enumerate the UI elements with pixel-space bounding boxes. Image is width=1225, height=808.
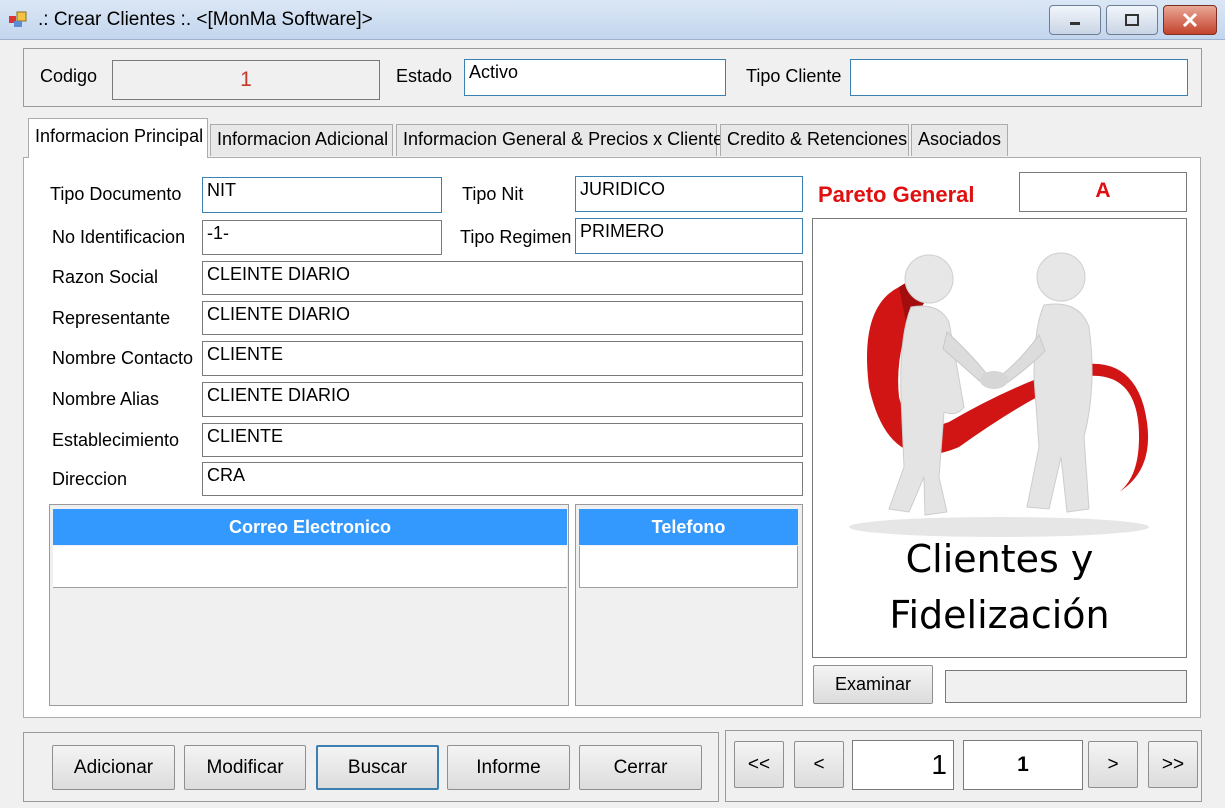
tipo-documento-field[interactable]: NIT [202, 177, 442, 213]
correo-row-new[interactable] [53, 546, 567, 588]
tab-informacion-general[interactable]: Informacion General & Precios x Cliente [396, 124, 723, 156]
close-button[interactable] [1163, 5, 1217, 35]
tab-asociados[interactable]: Asociados [911, 124, 1008, 156]
last-record-button[interactable]: >> [1148, 741, 1198, 788]
minimize-icon [1070, 22, 1080, 25]
estado-label: Estado [396, 66, 453, 86]
codigo-field[interactable]: 1 [112, 60, 380, 100]
pareto-label: Pareto General [818, 182, 975, 207]
client-image-box[interactable]: Clientes y Fidelización [812, 218, 1187, 658]
title-bar[interactable]: .: Crear Clientes :. <[MonMa Software]> [0, 0, 1225, 40]
correo-column-header[interactable]: Correo Electronico [53, 509, 567, 545]
maximize-icon [1125, 14, 1139, 26]
tipo-nit-field[interactable]: JURIDICO [575, 176, 803, 212]
window-title: .: Crear Clientes :. <[MonMa Software]> [38, 9, 373, 30]
establecimiento-field[interactable]: CLIENTE [202, 423, 803, 457]
examinar-button[interactable]: Examinar [813, 665, 933, 704]
telefono-row-new[interactable] [579, 546, 798, 588]
total-records-field[interactable]: 1 [963, 740, 1083, 790]
informe-button[interactable]: Informe [447, 745, 570, 790]
tipo-cliente-label: Tipo Cliente [746, 66, 842, 86]
image-caption-line2: Fidelización [889, 593, 1110, 637]
estado-field[interactable]: Activo [464, 59, 726, 96]
image-caption: Clientes y Fidelización [813, 531, 1186, 643]
handshake-illustration [849, 252, 1149, 537]
minimize-button[interactable] [1049, 5, 1101, 35]
modificar-button[interactable]: Modificar [184, 745, 306, 790]
previous-record-button[interactable]: < [794, 741, 844, 788]
telefono-column-header[interactable]: Telefono [579, 509, 798, 545]
no-identificacion-field[interactable]: -1- [202, 220, 442, 255]
nombre-contacto-label: Nombre Contacto [52, 348, 194, 368]
image-caption-line1: Clientes y [905, 537, 1094, 581]
next-record-button[interactable]: > [1088, 741, 1138, 788]
cerrar-button[interactable]: Cerrar [579, 745, 702, 790]
razon-social-label: Razon Social [52, 267, 159, 287]
current-record-field[interactable]: 1 [852, 740, 954, 790]
codigo-label: Codigo [40, 66, 98, 86]
adicionar-button[interactable]: Adicionar [52, 745, 175, 790]
tipo-cliente-field[interactable] [850, 59, 1188, 96]
image-path-field[interactable] [945, 670, 1187, 703]
tab-informacion-principal[interactable]: Informacion Principal [28, 118, 208, 158]
representante-field[interactable]: CLIENTE DIARIO [202, 301, 803, 335]
first-record-button[interactable]: << [734, 741, 784, 788]
tipo-nit-label: Tipo Nit [462, 184, 524, 204]
establecimiento-label: Establecimiento [52, 430, 180, 450]
nombre-contacto-field[interactable]: CLIENTE [202, 341, 803, 376]
pareto-field[interactable]: A [1019, 172, 1187, 212]
tipo-regimen-label: Tipo Regimen [460, 227, 572, 247]
app-icon [9, 11, 27, 27]
tab-informacion-adicional[interactable]: Informacion Adicional [210, 124, 393, 156]
buscar-button[interactable]: Buscar [316, 745, 439, 790]
maximize-button[interactable] [1106, 5, 1158, 35]
tipo-regimen-field[interactable]: PRIMERO [575, 218, 803, 254]
direccion-label: Direccion [52, 469, 128, 489]
nombre-alias-label: Nombre Alias [52, 389, 160, 409]
tab-credito-retenciones[interactable]: Credito & Retenciones [720, 124, 909, 156]
close-icon [1182, 12, 1198, 28]
nombre-alias-field[interactable]: CLIENTE DIARIO [202, 382, 803, 417]
razon-social-field[interactable]: CLEINTE DIARIO [202, 261, 803, 295]
correo-grid[interactable]: Correo Electronico [49, 504, 569, 706]
representante-label: Representante [52, 308, 171, 328]
telefono-grid[interactable]: Telefono [575, 504, 803, 706]
tipo-documento-label: Tipo Documento [50, 184, 182, 204]
direccion-field[interactable]: CRA [202, 462, 803, 496]
no-identificacion-label: No Identificacion [52, 227, 186, 247]
